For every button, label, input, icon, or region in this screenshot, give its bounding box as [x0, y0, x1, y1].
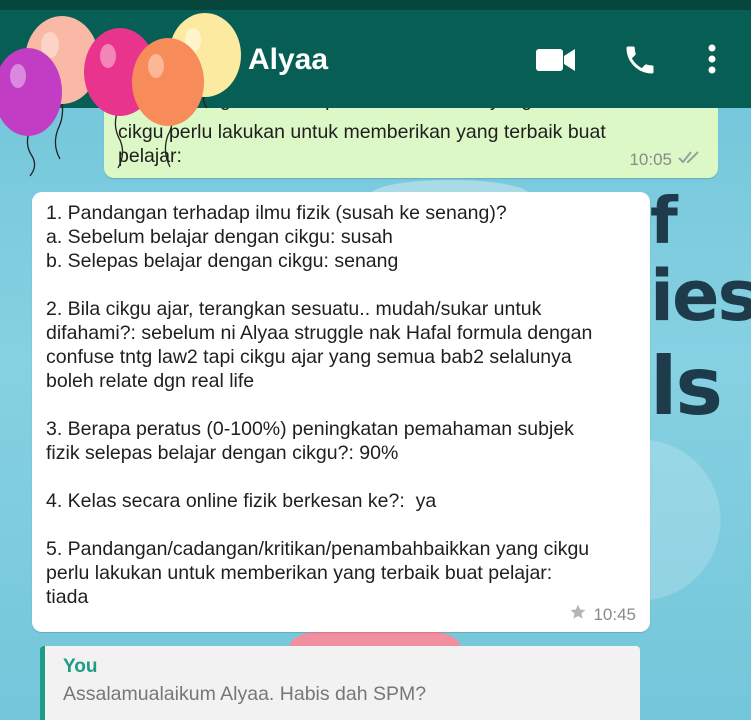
star-icon: [569, 603, 587, 626]
message-meta: 10:05: [629, 149, 704, 170]
message-meta: 10:45: [569, 603, 636, 626]
incoming-message-bubble[interactable]: 1. Pandangan terhadap ilmu fizik (susah …: [32, 192, 650, 632]
wallpaper-text: f: [650, 185, 678, 259]
read-ticks-icon: [678, 149, 704, 170]
contact-name[interactable]: Alyaa: [248, 43, 328, 77]
message-time: 10:05: [629, 149, 672, 169]
chat-header: Alyaa: [0, 10, 751, 108]
reply-text: Assalamualaikum Alyaa. Habis dah SPM?: [63, 683, 427, 705]
quoted-reply-preview[interactable]: You Assalamualaikum Alyaa. Habis dah SPM…: [40, 646, 640, 720]
message-text: cikgu perlu lakukan untuk memberikan yan…: [118, 121, 606, 167]
wallpaper-text: ies: [650, 255, 751, 337]
reply-sender: You: [63, 656, 98, 677]
more-options-icon[interactable]: [706, 44, 718, 79]
status-bar: [0, 0, 751, 10]
message-text: 1. Pandangan terhadap ilmu fizik (susah …: [46, 202, 593, 608]
message-time: 10:45: [593, 604, 636, 624]
video-call-icon[interactable]: [536, 47, 576, 78]
phone-icon[interactable]: [622, 42, 658, 83]
wallpaper-text: ls: [650, 340, 723, 433]
